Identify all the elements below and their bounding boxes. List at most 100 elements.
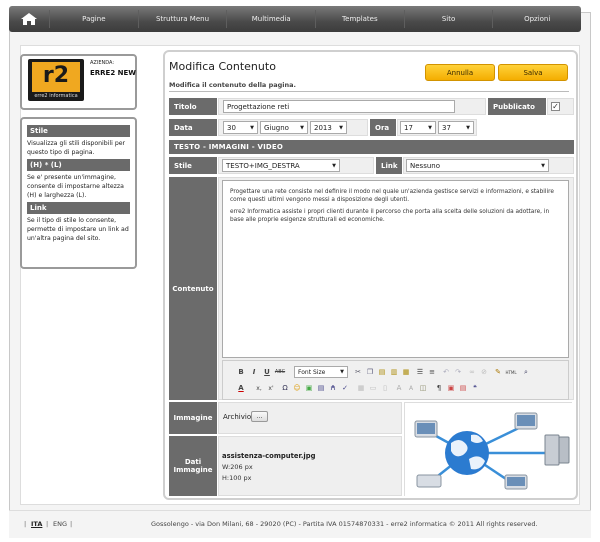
top-navigation: Pagine Struttura Menu Multimedia Templat… <box>9 6 581 32</box>
title-label: Titolo <box>169 98 217 115</box>
numbered-list-icon[interactable]: ≡ <box>427 367 437 377</box>
nav-item-templates[interactable]: Templates <box>315 10 404 28</box>
lang-separator: | <box>46 520 49 528</box>
year-select[interactable]: 2013 ▼ <box>310 121 347 134</box>
media-icon[interactable]: ▤ <box>316 383 326 393</box>
copy-icon[interactable]: ❐ <box>365 367 375 377</box>
chevron-down-icon: ▼ <box>340 369 344 375</box>
chevron-down-icon: ▼ <box>339 124 343 131</box>
image-height: H:100 px <box>222 474 252 482</box>
time-label: Ora <box>370 119 396 136</box>
font-size-select[interactable]: Font Size ▼ <box>294 366 348 378</box>
subscript-icon[interactable]: x, <box>254 383 264 393</box>
company-logo: r2 erre2 informatica <box>28 59 84 101</box>
archive-browse-button[interactable]: ... <box>251 411 268 422</box>
paste-icon[interactable]: ▤ <box>377 367 387 377</box>
help-title-dimensions: (H) * (L) <box>27 159 130 171</box>
help-text-dimensions: Se e' presente un'immagine, consente di … <box>27 174 124 199</box>
lang-ita-link[interactable]: ITA <box>31 520 42 528</box>
anchor-icon[interactable]: ₳ <box>328 383 338 393</box>
page-title: Modifica Contenuto <box>169 60 276 73</box>
content-editor[interactable]: Progettare una rete consiste nel definir… <box>222 180 569 358</box>
editor-toolbar: B I U ABC Font Size ▼ ✂ ❐ ▤ ▥ ▦ ☰ ≡ ↶ ↷ ∞… <box>222 360 569 400</box>
day-select[interactable]: 30 ▼ <box>223 121 258 134</box>
footer-text: Gossolengo - via Don Milani, 68 - 29020 … <box>151 520 538 528</box>
bullet-list-icon[interactable]: ☰ <box>415 367 425 377</box>
document-icon[interactable]: ▣ <box>446 383 456 393</box>
hour-select[interactable]: 17 ▼ <box>400 121 436 134</box>
chevron-down-icon: ▼ <box>428 124 432 131</box>
cancel-button[interactable]: Annulla <box>425 64 495 81</box>
nav-item-struttura-menu[interactable]: Struttura Menu <box>137 10 227 28</box>
company-label: AZIENDA: <box>90 60 114 66</box>
table-icon[interactable]: ▦ <box>356 383 366 393</box>
cleanup-icon[interactable]: ✎ <box>493 367 503 377</box>
image-preview <box>404 402 573 497</box>
undo-icon[interactable]: ↶ <box>441 367 451 377</box>
html-icon[interactable]: HTML <box>505 367 516 377</box>
month-select[interactable]: Giugno ▼ <box>260 121 308 134</box>
redo-icon[interactable]: ↷ <box>453 367 463 377</box>
italic-icon[interactable]: I <box>249 367 259 377</box>
published-checkbox[interactable]: ✓ <box>551 102 560 111</box>
link-label: Link <box>376 157 402 174</box>
section-header: TESTO - IMMAGINI - VIDEO <box>169 140 574 154</box>
help-box: Stile Visualizza gli stili disponibili p… <box>20 117 137 269</box>
chevron-down-icon: ▼ <box>250 124 254 131</box>
strikethrough-icon[interactable]: ABC <box>275 367 285 377</box>
nav-item-sito[interactable]: Sito <box>403 10 493 28</box>
lang-separator: | <box>70 520 73 528</box>
text-color-icon[interactable]: A <box>236 383 246 393</box>
content-label: Contenuto <box>169 177 217 400</box>
image-width: W:206 px <box>222 463 253 471</box>
row-icon[interactable]: ▭ <box>368 383 378 393</box>
superscript-icon[interactable]: x' <box>266 383 276 393</box>
emoticon-icon[interactable]: ☺ <box>292 383 302 393</box>
nav-item-multimedia[interactable]: Multimedia <box>226 10 315 28</box>
styles-icon[interactable]: ◫ <box>418 383 428 393</box>
link-select[interactable]: Nessuno ▼ <box>406 159 549 172</box>
paragraph-icon[interactable]: ¶ <box>434 383 444 393</box>
pdf-icon[interactable]: ▤ <box>458 383 468 393</box>
network-illustration <box>405 403 573 497</box>
header-divider <box>169 91 569 92</box>
home-icon[interactable] <box>9 6 49 32</box>
nav-item-opzioni[interactable]: Opzioni <box>492 10 581 28</box>
style-label: Stile <box>169 157 217 174</box>
help-title-stile: Stile <box>27 125 130 137</box>
underline-icon[interactable]: U <box>262 367 272 377</box>
page-subtitle: Modifica il contenuto della pagina. <box>169 81 296 89</box>
spellcheck-icon[interactable]: ✓ <box>340 383 350 393</box>
company-name: ERRE2 NEW <box>90 69 136 77</box>
chevron-down-icon: ▼ <box>300 124 304 131</box>
bold-icon[interactable]: B <box>236 367 246 377</box>
image-icon[interactable]: ▣ <box>304 383 314 393</box>
font-grow-icon[interactable]: A <box>394 383 404 393</box>
special-char-icon[interactable]: Ω <box>280 383 290 393</box>
title-input[interactable]: Progettazione reti <box>223 100 455 113</box>
chevron-down-icon: ▼ <box>332 162 336 169</box>
paste-text-icon[interactable]: ▥ <box>389 367 399 377</box>
save-button[interactable]: Salva <box>498 64 568 81</box>
content-paragraph: erre2 Informatica assiste i propri clien… <box>230 209 550 223</box>
column-icon[interactable]: ▯ <box>380 383 390 393</box>
style-select[interactable]: TESTO+IMG_DESTRA ▼ <box>222 159 340 172</box>
lang-eng-link[interactable]: ENG <box>53 520 67 528</box>
paste-word-icon[interactable]: ▦ <box>401 367 411 377</box>
image-filename: assistenza-computer.jpg <box>222 452 316 460</box>
content-paragraph: Progettare una rete consiste nel definir… <box>230 189 554 203</box>
image-data-label: Dati Immagine <box>169 436 217 496</box>
font-shrink-icon[interactable]: A <box>406 383 416 393</box>
zoom-icon[interactable]: ⌕ <box>521 367 531 377</box>
nav-item-pagine[interactable]: Pagine <box>49 10 138 28</box>
archive-label: Archivio <box>223 413 252 421</box>
help-text-stile: Visualizza gli stili disponibili per que… <box>27 140 126 156</box>
chevron-down-icon: ▼ <box>541 162 545 169</box>
cut-icon[interactable]: ✂ <box>353 367 363 377</box>
chevron-down-icon: ▼ <box>466 124 470 131</box>
unlink-icon[interactable]: ⊘ <box>479 367 489 377</box>
quote-icon[interactable]: ❝ <box>470 383 480 393</box>
minute-select[interactable]: 37 ▼ <box>438 121 474 134</box>
help-text-link: Se il tipo di stile lo consente, permett… <box>27 217 129 242</box>
link-icon[interactable]: ∞ <box>467 367 477 377</box>
